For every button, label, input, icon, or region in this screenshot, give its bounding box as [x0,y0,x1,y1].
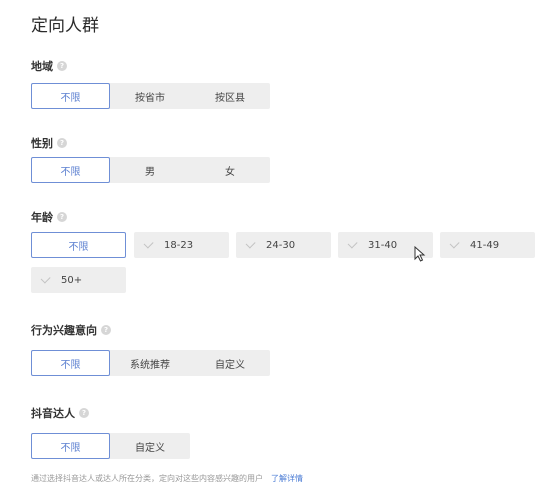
age-range-label: 50+ [61,274,83,286]
check-icon [40,273,51,284]
gender-option-male[interactable]: 男 [110,157,190,183]
age-option-41-49[interactable]: 41-49 [440,232,535,258]
age-option-unlimited[interactable]: 不限 [31,232,126,258]
age-range-label: 24-30 [266,239,296,251]
region-option-unlimited[interactable]: 不限 [31,83,110,109]
help-icon[interactable]: ? [79,408,89,418]
interest-option-unlimited[interactable]: 不限 [31,350,110,376]
age-range-label: 31-40 [368,239,398,251]
age-option-18-23[interactable]: 18-23 [134,232,229,258]
region-section-label: 地域 ? [31,58,67,74]
age-range-label: 41-49 [470,239,500,251]
check-icon [347,238,358,249]
influencer-option-unlimited[interactable]: 不限 [31,433,110,459]
interest-option-custom[interactable]: 自定义 [190,350,270,376]
region-options: 不限 按省市 按区县 [31,83,270,109]
check-icon [245,238,256,249]
gender-section-label: 性别 ? [31,135,67,151]
region-label: 地域 [31,60,53,73]
gender-option-unlimited[interactable]: 不限 [31,157,110,183]
interest-option-system-recommend[interactable]: 系统推荐 [110,350,190,376]
age-option-50-plus[interactable]: 50+ [31,267,126,293]
interest-options: 不限 系统推荐 自定义 [31,350,270,376]
check-icon [143,238,154,249]
check-icon [449,238,460,249]
region-option-by-province[interactable]: 按省市 [110,83,190,109]
influencer-label: 抖音达人 [31,407,75,420]
help-icon[interactable]: ? [101,325,111,335]
gender-option-female[interactable]: 女 [190,157,270,183]
age-range-label: 18-23 [164,239,194,251]
learn-more-link[interactable]: 了解详情 [271,474,303,483]
gender-label: 性别 [31,137,53,150]
help-icon[interactable]: ? [57,138,67,148]
help-icon[interactable]: ? [57,212,67,222]
influencer-options: 不限 自定义 [31,433,190,459]
influencer-option-custom[interactable]: 自定义 [110,433,190,459]
influencer-hint-text: 通过选择抖音达人或达人所在分类，定向对这些内容感兴趣的用户 [31,474,263,483]
region-option-by-district[interactable]: 按区县 [190,83,270,109]
age-label: 年龄 [31,211,53,224]
interest-section-label: 行为兴趣意向 ? [31,322,111,338]
help-icon[interactable]: ? [57,61,67,71]
interest-label: 行为兴趣意向 [31,324,97,337]
influencer-hint: 通过选择抖音达人或达人所在分类，定向对这些内容感兴趣的用户 了解详情 [31,473,303,484]
age-option-24-30[interactable]: 24-30 [236,232,331,258]
mouse-cursor-icon [414,246,426,262]
page-title: 定向人群 [31,16,99,36]
age-section-label: 年龄 ? [31,209,67,225]
influencer-section-label: 抖音达人 ? [31,405,89,421]
gender-options: 不限 男 女 [31,157,270,183]
